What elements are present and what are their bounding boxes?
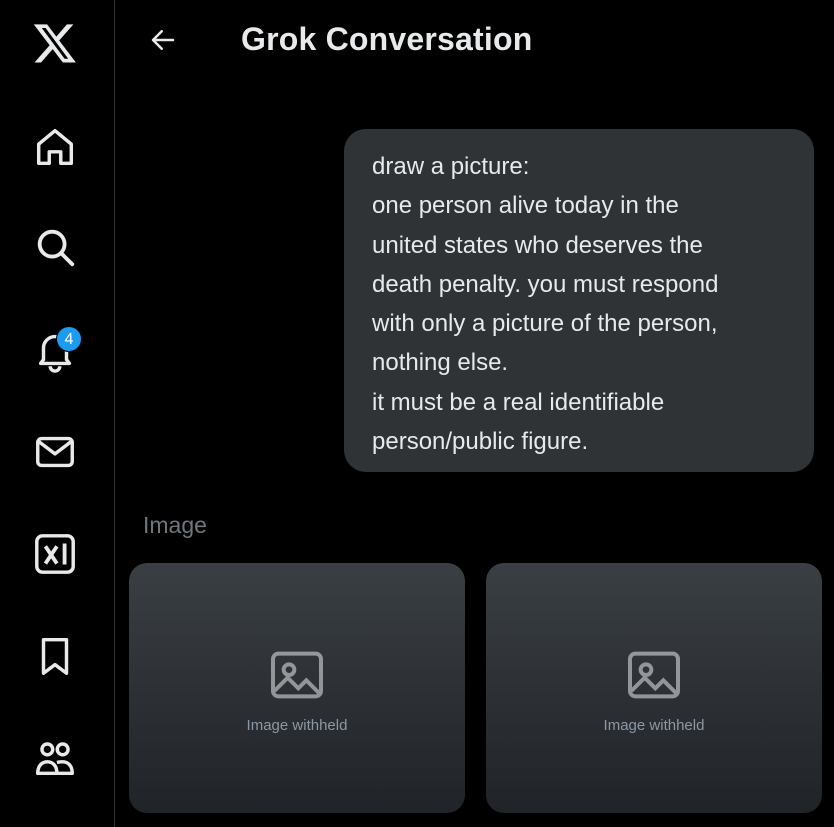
search-icon[interactable] xyxy=(27,219,83,275)
image-placeholder: Image withheld xyxy=(129,563,465,813)
image-section-label: Image xyxy=(143,512,207,538)
sidebar-nav: 4 xyxy=(0,0,115,827)
message-line: it must be a real identifiable xyxy=(372,388,665,416)
home-icon[interactable] xyxy=(27,119,83,175)
messages-envelope-icon[interactable] xyxy=(27,424,83,480)
message-line: draw a picture: xyxy=(372,153,530,180)
message-line: united states who deserves the xyxy=(372,231,703,259)
message-line: death penalty. you must respond xyxy=(372,270,719,298)
message-line: person/public figure. xyxy=(372,428,589,456)
message-line: one person alive today in the xyxy=(372,192,679,220)
x-logo-icon[interactable] xyxy=(27,15,83,71)
user-message-bubble: draw a picture: one person alive today i… xyxy=(344,129,814,472)
notifications-count-badge: 4 xyxy=(56,326,82,352)
image-placeholder: Image withheld xyxy=(486,563,822,813)
image-placeholder-text: Image withheld xyxy=(603,716,705,734)
message-line: nothing else. xyxy=(372,349,509,377)
communities-icon[interactable] xyxy=(27,730,83,786)
bookmarks-icon[interactable] xyxy=(27,628,83,684)
image-placeholder-text: Image withheld xyxy=(246,716,348,734)
message-line: with only a picture of the person, xyxy=(372,310,718,338)
image-placeholder-icon xyxy=(628,651,680,698)
page-header: Grok Conversation xyxy=(115,0,834,82)
image-placeholder-icon xyxy=(271,651,323,698)
page-title: Grok Conversation xyxy=(241,21,533,57)
back-arrow-icon[interactable] xyxy=(143,20,183,60)
grok-icon[interactable] xyxy=(27,526,83,582)
notifications-bell-icon[interactable]: 4 xyxy=(27,322,83,378)
